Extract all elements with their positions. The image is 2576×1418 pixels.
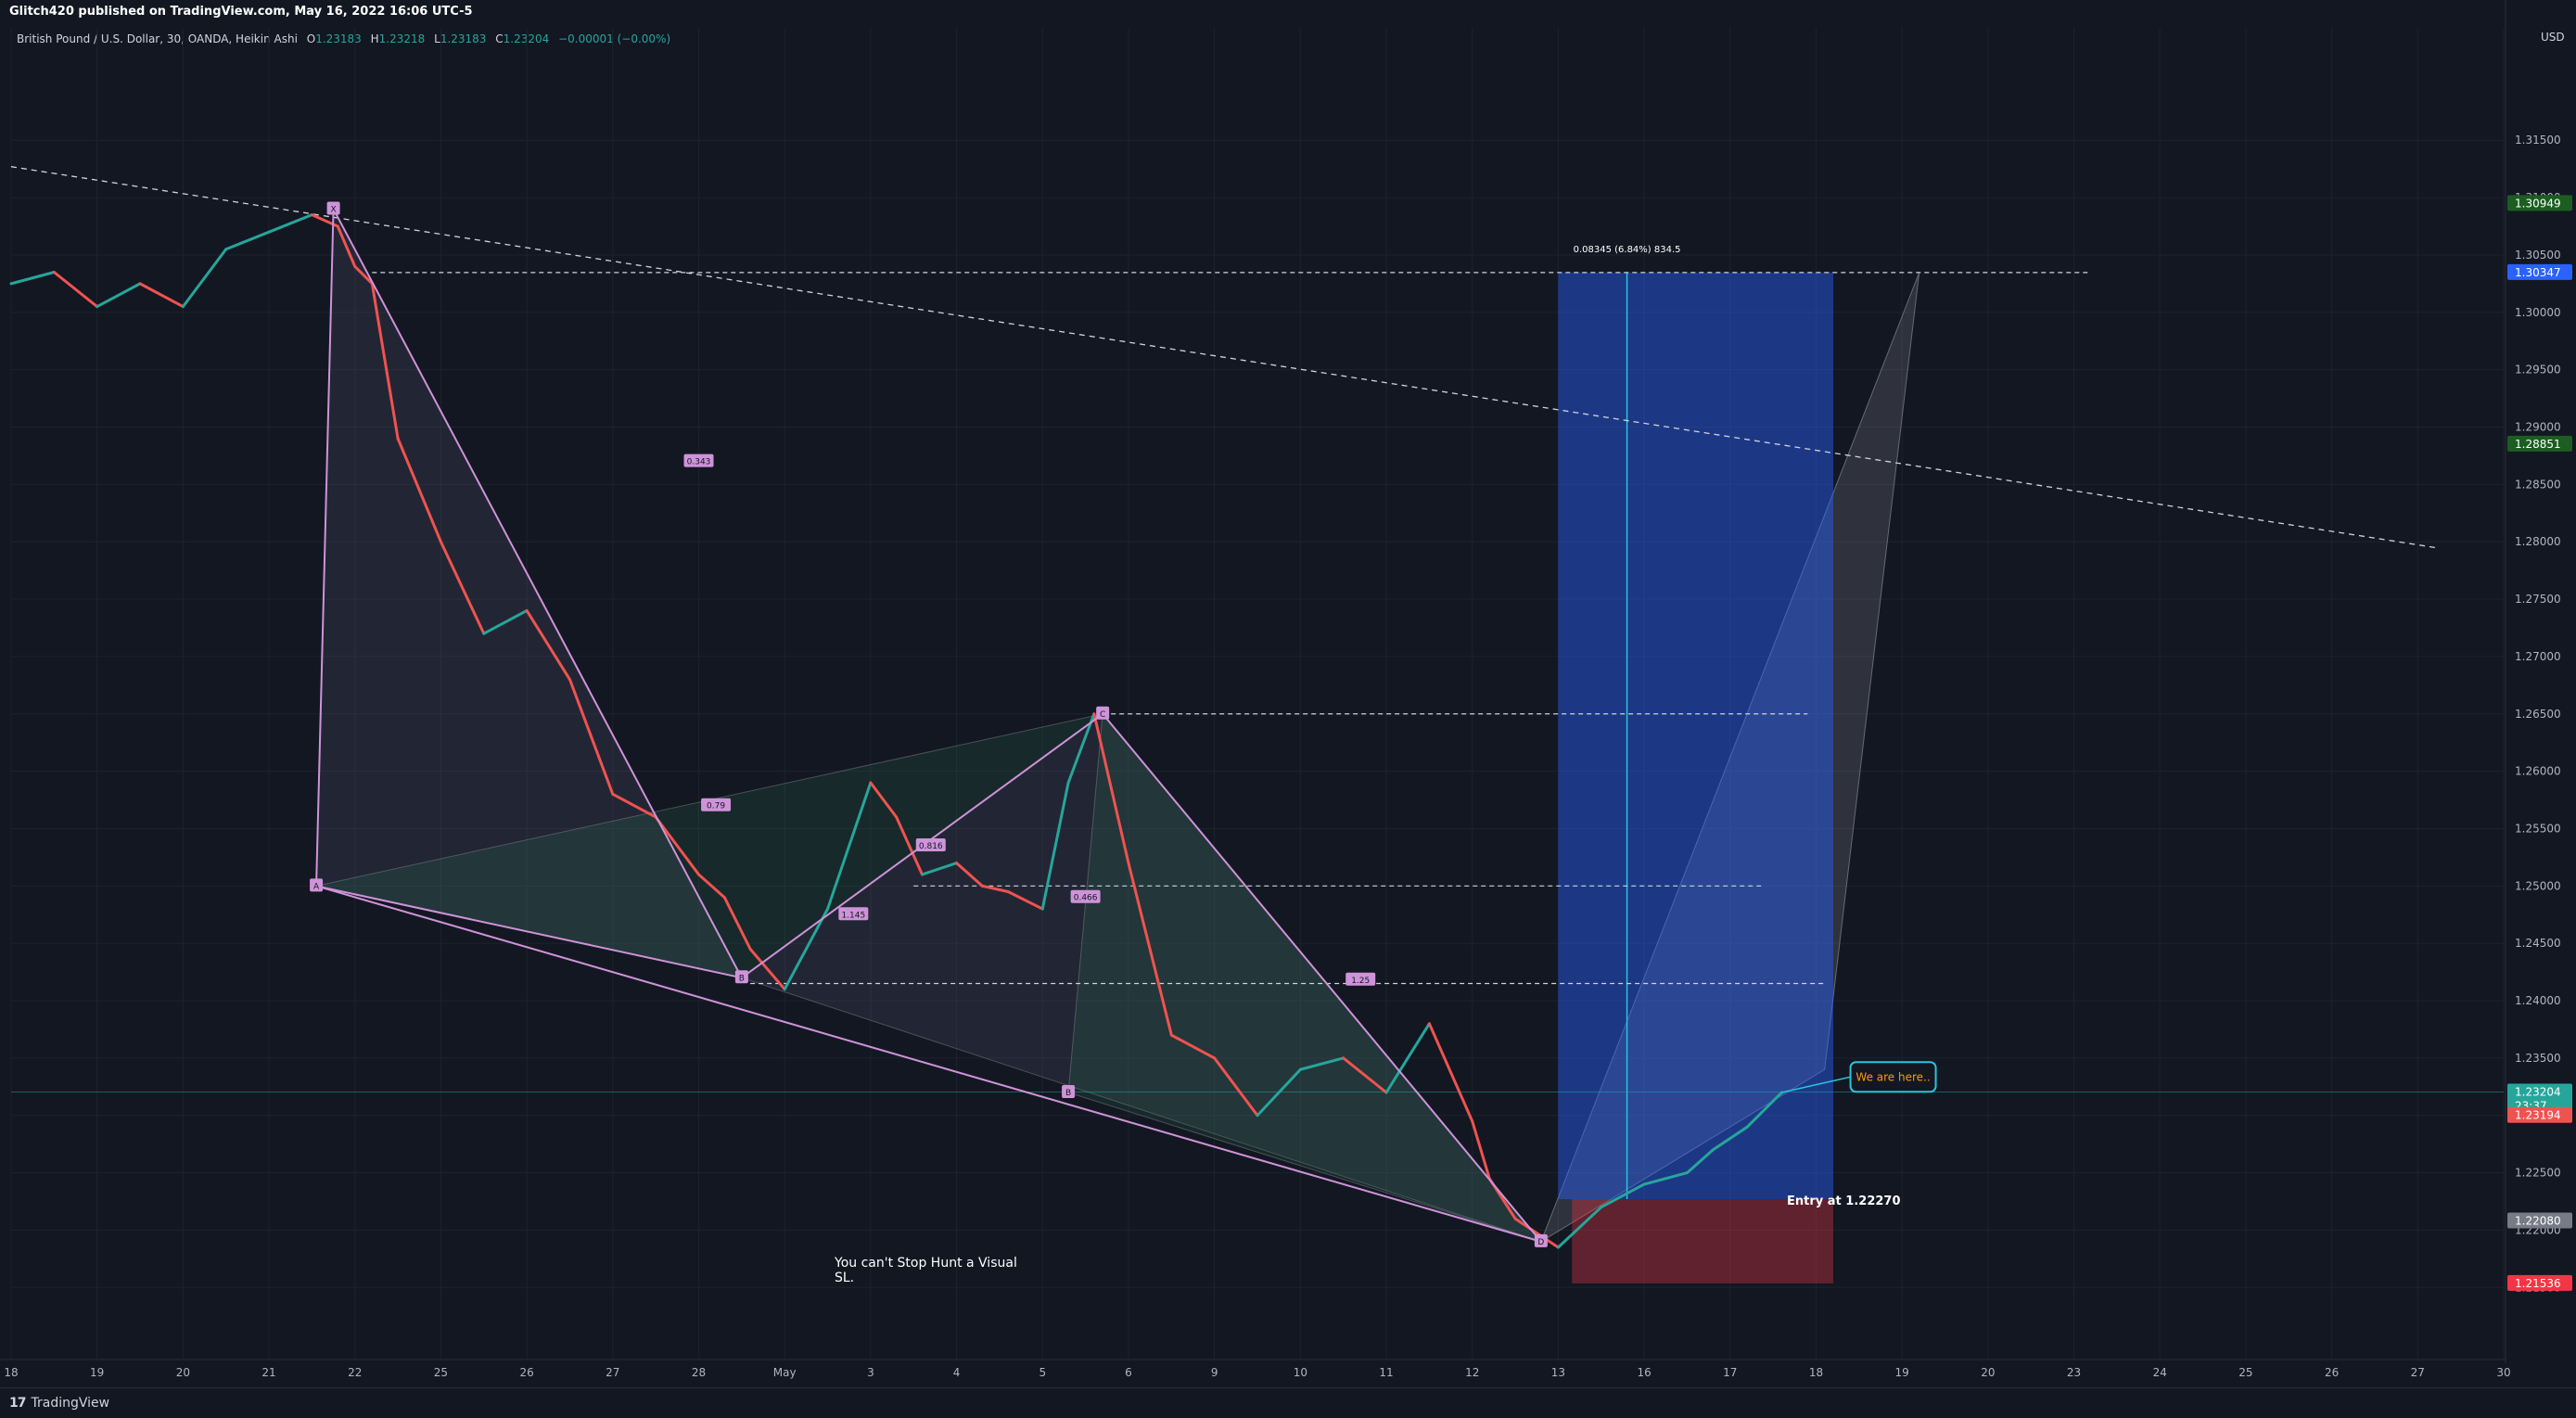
price-marker-label-0: 1.30949 [2515, 197, 2561, 210]
y-tick-label-5: 1.29000 [2515, 421, 2561, 434]
x-tick-label-27: 26 [2325, 1366, 2339, 1379]
target-label: 0.08345 (6.84%) 834.5 [1574, 245, 1681, 255]
pattern-point-label-1: A [313, 882, 320, 891]
annotation-line-2: SL. [835, 1271, 854, 1285]
pattern-fill-3 [1067, 712, 1543, 1243]
y-tick-label-18: 1.22500 [2515, 1167, 2561, 1180]
x-tick-label-7: 27 [606, 1366, 619, 1379]
y-tick-label-0: 1.31500 [2515, 134, 2561, 147]
x-tick-label-2: 20 [176, 1366, 190, 1379]
y-tick-label-6: 1.28500 [2515, 478, 2561, 491]
callout-text: We are here.. [1855, 1070, 1930, 1083]
ratio-label-1: 0.816 [919, 842, 943, 851]
price-chart[interactable]: 0.08345 (6.84%) 834.5 Entry at 1.22270 X A… [0, 0, 2576, 1387]
price-segment-6 [224, 230, 271, 251]
x-tick-label-16: 11 [1379, 1366, 1393, 1379]
x-tick-label-3: 21 [261, 1366, 275, 1379]
y-tick-label-16: 1.23500 [2515, 1052, 2561, 1065]
x-tick-label-29: 30 [2496, 1366, 2510, 1379]
price-marker-label-3: 1.23204 [2515, 1086, 2561, 1099]
ratio-label-0: 0.343 [687, 458, 711, 467]
y-tick-label-13: 1.25000 [2515, 879, 2561, 892]
target-zone[interactable] [1558, 272, 1834, 1200]
x-tick-label-15: 10 [1294, 1366, 1307, 1379]
x-tick-label-10: 3 [867, 1366, 874, 1379]
price-marker-label-5: 1.22080 [2515, 1215, 2561, 1228]
ratio-label-5: 1.25 [1351, 977, 1370, 986]
x-tick-label-9: May [773, 1366, 797, 1379]
x-tick-label-0: 18 [4, 1366, 18, 1379]
x-tick-label-4: 22 [348, 1366, 362, 1379]
pattern-point-label-2: B [739, 974, 745, 983]
annotation-line-1: You can't Stop Hunt a Visual [834, 1256, 1017, 1271]
y-tick-label-12: 1.25500 [2515, 822, 2561, 835]
x-tick-label-24: 23 [2067, 1366, 2081, 1379]
price-segment-2 [52, 270, 99, 309]
y-tick-label-14: 1.24500 [2515, 937, 2561, 950]
pattern-point-label-0: X [331, 205, 337, 214]
price-segment-3 [96, 282, 142, 309]
x-tick-label-18: 13 [1551, 1366, 1565, 1379]
x-tick-label-14: 9 [1211, 1366, 1218, 1379]
x-tick-label-23: 20 [1981, 1366, 1995, 1379]
x-tick-label-26: 25 [2238, 1366, 2252, 1379]
entry-label: Entry at 1.22270 [1787, 1194, 1900, 1208]
price-marker-label-6: 1.21536 [2515, 1277, 2561, 1290]
x-tick-label-5: 25 [434, 1366, 448, 1379]
price-segment-40 [1427, 1022, 1474, 1123]
x-tick-label-25: 24 [2153, 1366, 2167, 1379]
tradingview-brand[interactable]: 17 TradingView [9, 1396, 109, 1411]
x-tick-label-6: 26 [519, 1366, 533, 1379]
x-tick-label-22: 19 [1895, 1366, 1909, 1379]
y-tick-label-9: 1.27000 [2515, 650, 2561, 663]
footer-bar: 17 TradingView [0, 1387, 2576, 1418]
y-tick-label-11: 1.26000 [2515, 765, 2561, 778]
x-tick-label-12: 5 [1039, 1366, 1046, 1379]
ratio-label-2: 0.79 [707, 802, 725, 811]
price-segment-4 [138, 282, 185, 309]
currency-unit-label: USD [2541, 31, 2565, 44]
tradingview-logo-icon: 17 [9, 1396, 27, 1411]
price-marker-label-2: 1.28851 [2515, 438, 2561, 451]
x-tick-label-28: 27 [2411, 1366, 2425, 1379]
pattern-point-label-3: C [1100, 710, 1105, 720]
pattern-point-label-4: D [1537, 1238, 1544, 1247]
y-tick-label-8: 1.27500 [2515, 593, 2561, 606]
x-tick-label-11: 4 [953, 1366, 961, 1379]
x-tick-label-19: 16 [1637, 1366, 1651, 1379]
y-tick-label-3: 1.30000 [2515, 306, 2561, 319]
x-tick-label-21: 18 [1809, 1366, 1823, 1379]
y-tick-label-15: 1.24000 [2515, 994, 2561, 1007]
y-tick-label-4: 1.29500 [2515, 364, 2561, 377]
x-tick-label-13: 6 [1125, 1366, 1132, 1379]
pattern-point-label-5: B [1065, 1089, 1071, 1098]
y-tick-label-2: 1.30500 [2515, 249, 2561, 262]
brand-name: TradingView [31, 1396, 110, 1411]
price-marker-label-4: 1.23194 [2515, 1109, 2561, 1122]
ratio-label-3: 1.145 [841, 911, 865, 920]
x-tick-label-17: 12 [1465, 1366, 1479, 1379]
x-tick-label-1: 19 [90, 1366, 104, 1379]
price-segment-5 [181, 248, 228, 309]
x-tick-label-20: 17 [1723, 1366, 1737, 1379]
price-segment-7 [267, 213, 313, 234]
x-tick-label-8: 28 [692, 1366, 706, 1379]
price-segment-1 [9, 270, 56, 286]
y-tick-label-10: 1.26500 [2515, 708, 2561, 721]
ratio-label-4: 0.466 [1074, 894, 1098, 903]
price-marker-label-1: 1.30347 [2515, 266, 2561, 279]
stop-zone[interactable] [1572, 1199, 1834, 1284]
y-tick-label-7: 1.28000 [2515, 535, 2561, 548]
